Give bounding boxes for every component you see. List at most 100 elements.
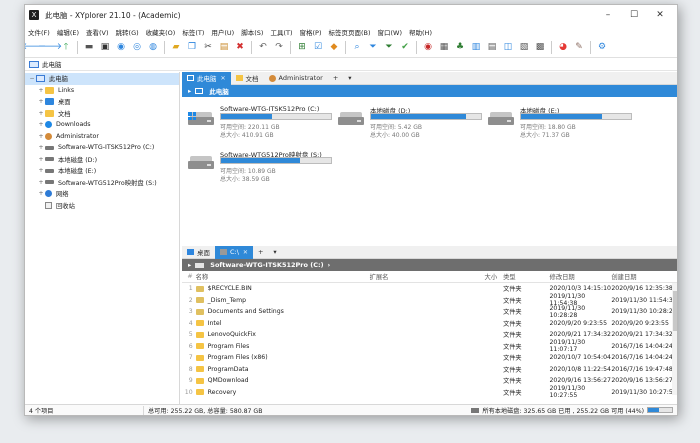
- drive-icon[interactable]: ▬: [83, 42, 95, 54]
- tab[interactable]: 此电脑 ✕: [182, 71, 231, 85]
- layout-icon[interactable]: ▥: [470, 42, 482, 54]
- drive-item[interactable]: 本地磁盘 (E:) 可用空间: 18.80 GB 总大小: 71.37 GB: [488, 105, 638, 143]
- expand-icon[interactable]: +: [37, 179, 45, 186]
- cut-icon[interactable]: ✂: [202, 42, 214, 54]
- nav-arrow-icon[interactable]: ▸: [188, 87, 191, 95]
- filter-green-icon[interactable]: ⏷: [383, 42, 395, 54]
- check-icon[interactable]: ☑: [312, 42, 324, 54]
- copy-icon[interactable]: ❐: [186, 42, 198, 54]
- paste-icon[interactable]: ▤: [218, 42, 230, 54]
- monitor-icon[interactable]: ▣: [99, 42, 111, 54]
- tree-item[interactable]: + 本地磁盘 (D:): [25, 154, 179, 166]
- minimize-button[interactable]: –: [595, 10, 621, 20]
- tab[interactable]: 桌面: [182, 246, 215, 259]
- menu-item[interactable]: 标签(T): [182, 27, 204, 37]
- expand-icon[interactable]: +: [37, 98, 45, 105]
- tab[interactable]: C:\ ✕: [215, 245, 253, 259]
- menu-item[interactable]: 编辑(E): [57, 27, 79, 37]
- close-icon[interactable]: ✕: [221, 75, 226, 82]
- tree-item[interactable]: + Downloads: [25, 119, 179, 131]
- tree-green-icon[interactable]: ♣: [454, 42, 466, 54]
- tree-item[interactable]: + Software-WTG512Pro映射盘 (S:): [25, 177, 179, 189]
- tree-icon[interactable]: ⊞: [296, 42, 308, 54]
- check-green-icon[interactable]: ✔: [399, 42, 411, 54]
- menu-item[interactable]: 帮助(H): [409, 27, 432, 37]
- breadcrumb[interactable]: ▸ 此电脑: [182, 85, 677, 97]
- panes-icon[interactable]: ▤: [486, 42, 498, 54]
- tree-item[interactable]: + 本地磁盘 (E:): [25, 165, 179, 177]
- close-window-button[interactable]: ✕: [647, 10, 673, 20]
- table-row[interactable]: 4 Intel 文件夹 2020/9/20 9:23:55 2020/9/20 9:23…: [182, 318, 677, 330]
- chevron-right-icon[interactable]: ›: [328, 261, 331, 269]
- forward-arrow-icon[interactable]: 🡒: [38, 42, 62, 54]
- column-created[interactable]: 创建日期: [611, 272, 677, 281]
- expand-icon[interactable]: +: [37, 144, 45, 151]
- menu-item[interactable]: 脚本(S): [241, 27, 263, 37]
- tree-item[interactable]: + Administrator: [25, 131, 179, 143]
- column-type[interactable]: 类型: [503, 272, 549, 281]
- address-bar[interactable]: 此电脑: [25, 58, 677, 71]
- tree-item[interactable]: + 网络: [25, 188, 179, 200]
- tree-item[interactable]: + Links: [25, 85, 179, 97]
- expand-icon[interactable]: +: [37, 190, 45, 197]
- expand-icon[interactable]: +: [37, 87, 45, 94]
- menu-item[interactable]: 用户(U): [211, 27, 234, 37]
- filter-icon[interactable]: ⏷: [367, 42, 379, 54]
- redo-icon[interactable]: ↷: [273, 42, 285, 54]
- menu-item[interactable]: 跳转(G): [116, 27, 139, 37]
- delete-icon[interactable]: ✖: [234, 42, 246, 54]
- target-icon[interactable]: ◍: [147, 42, 159, 54]
- menu-item[interactable]: 窗格(P): [299, 27, 321, 37]
- chevron-down-icon[interactable]: ▾: [343, 72, 356, 85]
- chevron-down-icon[interactable]: ▾: [268, 246, 281, 259]
- hash-icon[interactable]: ▩: [534, 42, 546, 54]
- expand-icon[interactable]: +: [37, 121, 45, 128]
- vertical-scrollbar[interactable]: [672, 283, 677, 395]
- sort-indicator-icon[interactable]: #: [182, 273, 196, 280]
- expand-icon[interactable]: +: [37, 110, 45, 117]
- tab[interactable]: 文档: [231, 72, 264, 85]
- tree-item[interactable]: + 文档: [25, 108, 179, 120]
- undo-icon[interactable]: ↶: [257, 42, 269, 54]
- menu-item[interactable]: 标签页页面(B): [328, 27, 370, 37]
- column-size[interactable]: 大小: [457, 272, 504, 281]
- history-icon[interactable]: ◉: [115, 42, 127, 54]
- tree-item[interactable]: 回收站: [25, 200, 179, 212]
- column-name[interactable]: 名称: [196, 272, 370, 281]
- drive-item[interactable]: Software-WTG512Pro映射盘 (S:) 可用空间: 10.89 GB…: [188, 149, 338, 187]
- breadcrumb[interactable]: ▸ Software-WTG-ITSK512Pro (C:) ›: [182, 259, 677, 271]
- tree-item[interactable]: − 此电脑: [25, 73, 179, 85]
- tab[interactable]: Administrator: [264, 72, 328, 85]
- menu-item[interactable]: 文件(F): [28, 27, 50, 37]
- new-tab-button[interactable]: +: [328, 72, 343, 85]
- tree-item[interactable]: + 桌面: [25, 96, 179, 108]
- close-icon[interactable]: ✕: [243, 249, 248, 256]
- menu-item[interactable]: 收藏夹(O): [146, 27, 176, 37]
- column-ext[interactable]: 扩展名: [370, 272, 457, 281]
- new-folder-icon[interactable]: ▰: [170, 42, 182, 54]
- menu-item[interactable]: 窗口(W): [378, 27, 403, 37]
- table-row[interactable]: 7 Program Files (x86) 文件夹 2020/10/7 10:54:0…: [182, 352, 677, 364]
- table-row[interactable]: 3 Documents and Settings 文件夹 2019/11/30 10:…: [182, 305, 677, 319]
- table-row[interactable]: 8 ProgramData 文件夹 2020/10/8 11:22:54 2016/7/…: [182, 364, 677, 376]
- column-modified[interactable]: 修改日期: [550, 272, 612, 281]
- drive-item[interactable]: Software-WTG-ITSK512Pro (C:) 可用空间: 220.11…: [188, 105, 338, 143]
- grid-icon[interactable]: ▦: [438, 42, 450, 54]
- preview-icon[interactable]: ▧: [518, 42, 530, 54]
- new-tab-button[interactable]: +: [253, 246, 268, 259]
- drive-item[interactable]: 本地磁盘 (D:) 可用空间: 5.42 GB 总大小: 40.00 GB: [338, 105, 488, 143]
- nav-arrow-icon[interactable]: ▸: [188, 261, 191, 269]
- tree-item[interactable]: + Software-WTG-ITSK512Pro (C:): [25, 142, 179, 154]
- settings-gear-icon[interactable]: ⚙: [596, 42, 608, 54]
- expand-icon[interactable]: +: [37, 156, 45, 163]
- expand-icon[interactable]: +: [37, 167, 45, 174]
- table-row[interactable]: 6 Program Files 文件夹 2019/11/30 11:07:17 2016…: [182, 339, 677, 353]
- search-circle-icon[interactable]: ◎: [131, 42, 143, 54]
- maximize-button[interactable]: ☐: [621, 10, 647, 20]
- dual-pane-icon[interactable]: ◫: [502, 42, 514, 54]
- brush-icon[interactable]: ✎: [573, 42, 585, 54]
- record-icon[interactable]: ◉: [422, 42, 434, 54]
- menu-item[interactable]: 工具(T): [270, 27, 292, 37]
- search-icon[interactable]: ⌕: [351, 42, 363, 54]
- expand-icon[interactable]: +: [37, 133, 45, 140]
